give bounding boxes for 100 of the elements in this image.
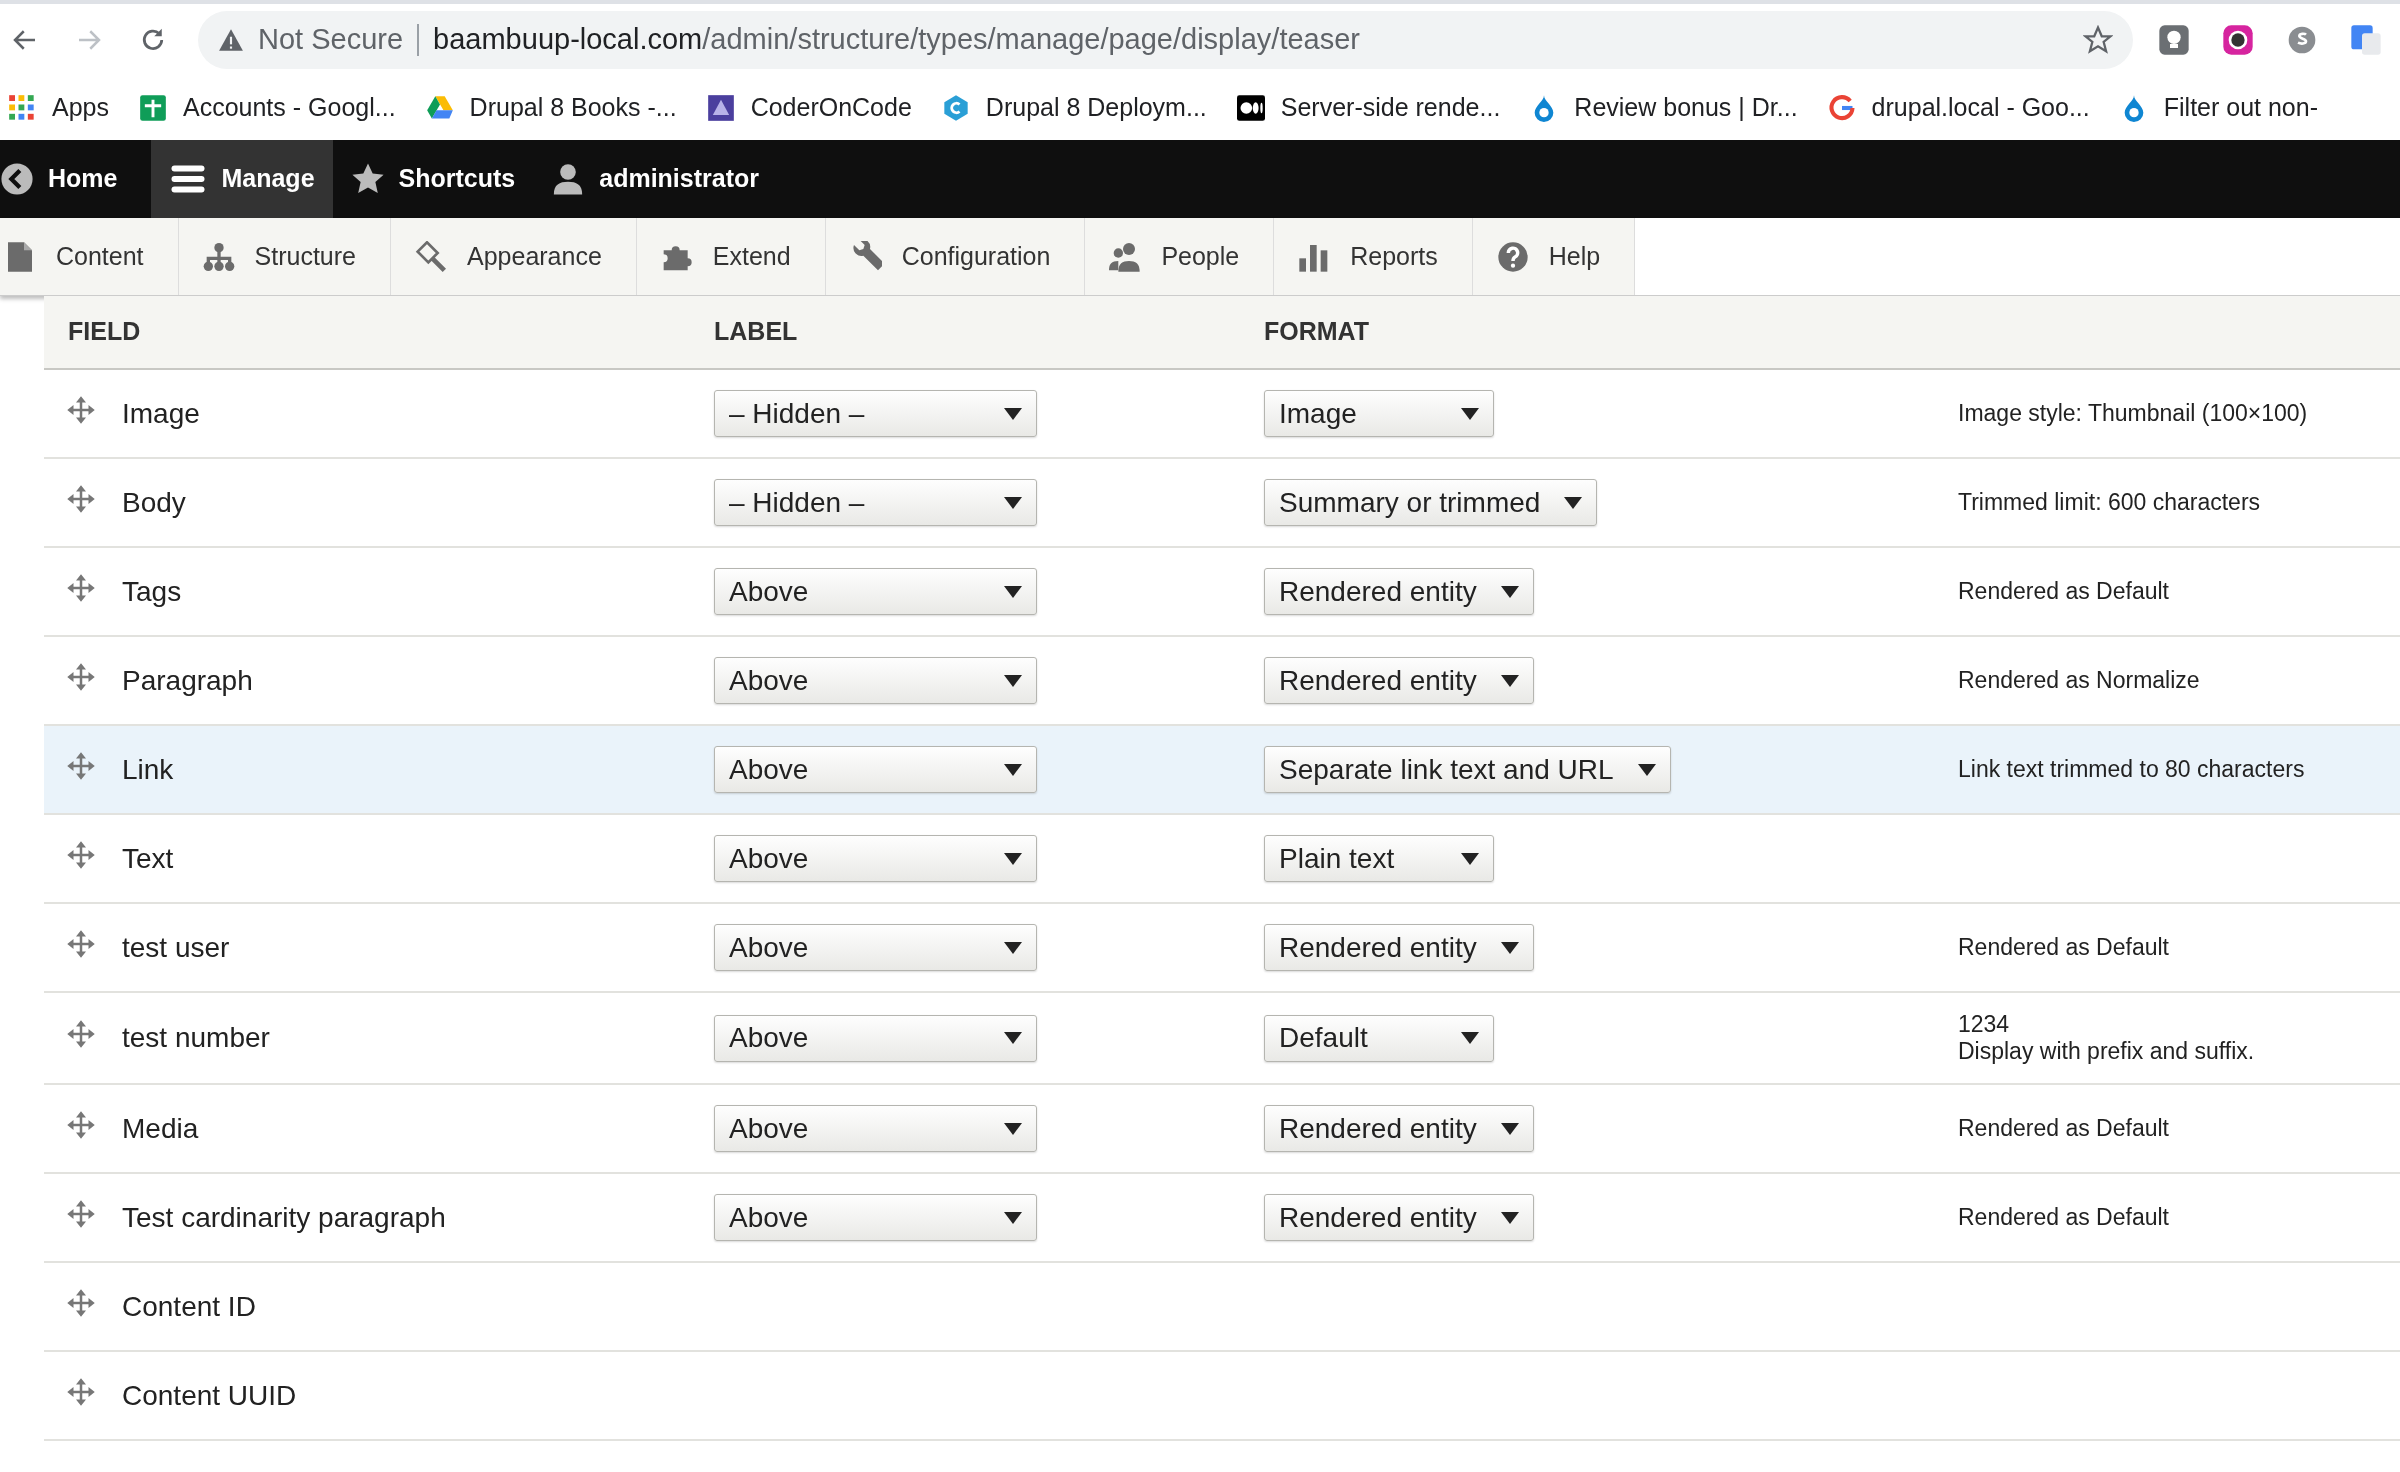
dropdown-select[interactable]: Rendered entity [1264, 657, 1534, 704]
bookmark-link[interactable]: Filter out non- [2119, 89, 2318, 127]
format-summary: Rendered as Normalize [1958, 667, 2201, 694]
toolbar-tab[interactable]: administrator [533, 140, 777, 218]
sitemap-icon [202, 240, 235, 273]
field-name: Content ID [122, 1289, 256, 1324]
dropdown-select[interactable]: Separate link text and URL [1264, 746, 1671, 793]
url-path: /admin/structure/types/manage/page/display/teaser [702, 22, 1360, 58]
question-circle-icon [1496, 240, 1529, 273]
dots-logo-icon [1236, 94, 1265, 122]
column-header: LABEL [714, 316, 799, 348]
field-name: Paragraph [122, 663, 253, 698]
bookmark-link[interactable]: Accounts - Googl... [139, 89, 396, 127]
tray-menu-item[interactable]: Extend [636, 218, 826, 295]
format-summary: Image style: Thumbnail (100×100) [1958, 400, 2309, 427]
bookmark-link[interactable]: Drupal 8 Deploym... [941, 89, 1207, 127]
drag-handle-icon [66, 1287, 96, 1318]
column-header: FIELD [67, 316, 142, 348]
toolbar-tab[interactable]: Manage [151, 140, 333, 218]
field-name: Test cardinarity paragraph [122, 1200, 446, 1235]
tray-menu-item[interactable]: Reports [1274, 218, 1473, 295]
format-summary: Link text trimmed to 80 characters [1958, 756, 2306, 783]
caret-icon [1564, 496, 1583, 509]
triangle-logo-icon [425, 94, 454, 122]
field-name: Tags [122, 574, 182, 609]
dropdown-select[interactable]: Image [1264, 390, 1494, 437]
drag-handle-icon [66, 483, 96, 514]
dropdown-select[interactable]: Plain text [1264, 835, 1494, 882]
field-name: Body [122, 485, 186, 520]
caret-icon [1500, 1122, 1519, 1135]
field-name: Link [122, 752, 174, 787]
dropdown-select[interactable]: Default [1264, 1014, 1494, 1062]
bookmark-link[interactable]: CoderOnCode [706, 89, 912, 127]
warning-icon [218, 28, 244, 52]
dropdown-select[interactable]: Above [714, 1014, 1037, 1062]
tray-menu-item[interactable]: Configuration [825, 218, 1086, 295]
bookmark-link[interactable]: Drupal 8 Books -... [425, 89, 677, 127]
dropdown-select[interactable]: Above [714, 657, 1037, 704]
bulb-extension-icon[interactable] [2158, 24, 2190, 56]
field-name: Image [122, 396, 200, 431]
drag-handle-icon [66, 1109, 96, 1140]
dropdown-select[interactable]: Rendered entity [1264, 1105, 1534, 1152]
dropdown-select[interactable]: Rendered entity [1264, 924, 1534, 971]
drag-handle-icon [66, 1376, 96, 1407]
bookmark-link[interactable]: Apps [8, 89, 109, 127]
hexagon-logo-icon [941, 94, 970, 122]
bookmark-star-icon[interactable] [2083, 25, 2113, 55]
caret-icon [1461, 407, 1479, 420]
apps-grid-icon [8, 94, 36, 122]
tray-menu-item[interactable]: Appearance [391, 218, 637, 295]
translate-extension-icon[interactable] [2350, 24, 2382, 56]
dropdown-select[interactable]: – Hidden – [714, 390, 1037, 437]
security-label: Not Secure [258, 22, 404, 58]
format-summary: Rendered as Default [1958, 1204, 2170, 1231]
dropdown-select[interactable]: Summary or trimmed [1264, 479, 1598, 526]
drag-handle-icon [66, 572, 96, 603]
dropdown-select[interactable]: Above [714, 924, 1037, 971]
dropdown-select[interactable]: Above [714, 568, 1037, 615]
dropdown-select[interactable]: Above [714, 746, 1037, 793]
caret-icon [1500, 1211, 1519, 1224]
format-summary: Rendered as Default [1958, 934, 2170, 961]
paintbrush-icon [415, 240, 447, 273]
caret-icon [1004, 674, 1022, 687]
camera-extension-icon[interactable] [2222, 24, 2254, 56]
caret-icon [1004, 585, 1022, 598]
tray-menu-item[interactable]: Content [0, 218, 179, 295]
dropdown-select[interactable]: Rendered entity [1264, 1194, 1534, 1241]
caret-icon [1004, 496, 1022, 509]
format-summary: Rendered as Default [1958, 578, 2170, 605]
bookmark-link[interactable]: drupal.local - Goo... [1827, 89, 2090, 127]
caret-icon [1004, 1032, 1022, 1044]
field-name: Media [122, 1111, 199, 1146]
dropdown-select[interactable]: Above [714, 835, 1037, 882]
tray-menu-item[interactable]: People [1085, 218, 1275, 295]
dropdown-select[interactable]: Above [714, 1194, 1037, 1241]
drag-handle-icon [66, 750, 96, 781]
format-summary: Rendered as Default [1958, 1115, 2170, 1142]
tray-menu-item[interactable]: Help [1472, 218, 1636, 295]
skype-extension-icon[interactable] [2286, 24, 2318, 56]
field-name: test user [122, 930, 230, 965]
drag-handle-icon [66, 839, 96, 870]
drag-handle-icon [66, 1198, 96, 1229]
bookmark-link[interactable]: Review bonus | Dr... [1530, 89, 1798, 127]
column-header: FORMAT [1264, 316, 1371, 348]
caret-icon [1461, 852, 1479, 865]
caret-icon [1500, 585, 1519, 598]
bookmark-link[interactable]: Server-side rende... [1236, 89, 1501, 127]
caret-icon [1004, 852, 1022, 865]
caret-icon [1004, 1211, 1022, 1224]
dropdown-select[interactable]: Rendered entity [1264, 568, 1534, 615]
address-bar[interactable]: Not Secure baambuup-local.com/admin/structure/types/manage/page/display/teaser [198, 11, 2133, 69]
tray-menu-item[interactable]: Structure [178, 218, 391, 295]
format-summary: Trimmed limit: 600 characters [1958, 489, 2262, 516]
toolbar-tab[interactable]: Shortcuts [332, 140, 534, 218]
dropdown-select[interactable]: Above [714, 1105, 1037, 1152]
drag-handle-icon [66, 394, 96, 425]
dropdown-select[interactable]: – Hidden – [714, 479, 1037, 526]
toolbar-tab[interactable]: Home [0, 140, 152, 218]
url-host: baambuup-local.com [433, 22, 703, 58]
caret-icon [1004, 407, 1022, 420]
